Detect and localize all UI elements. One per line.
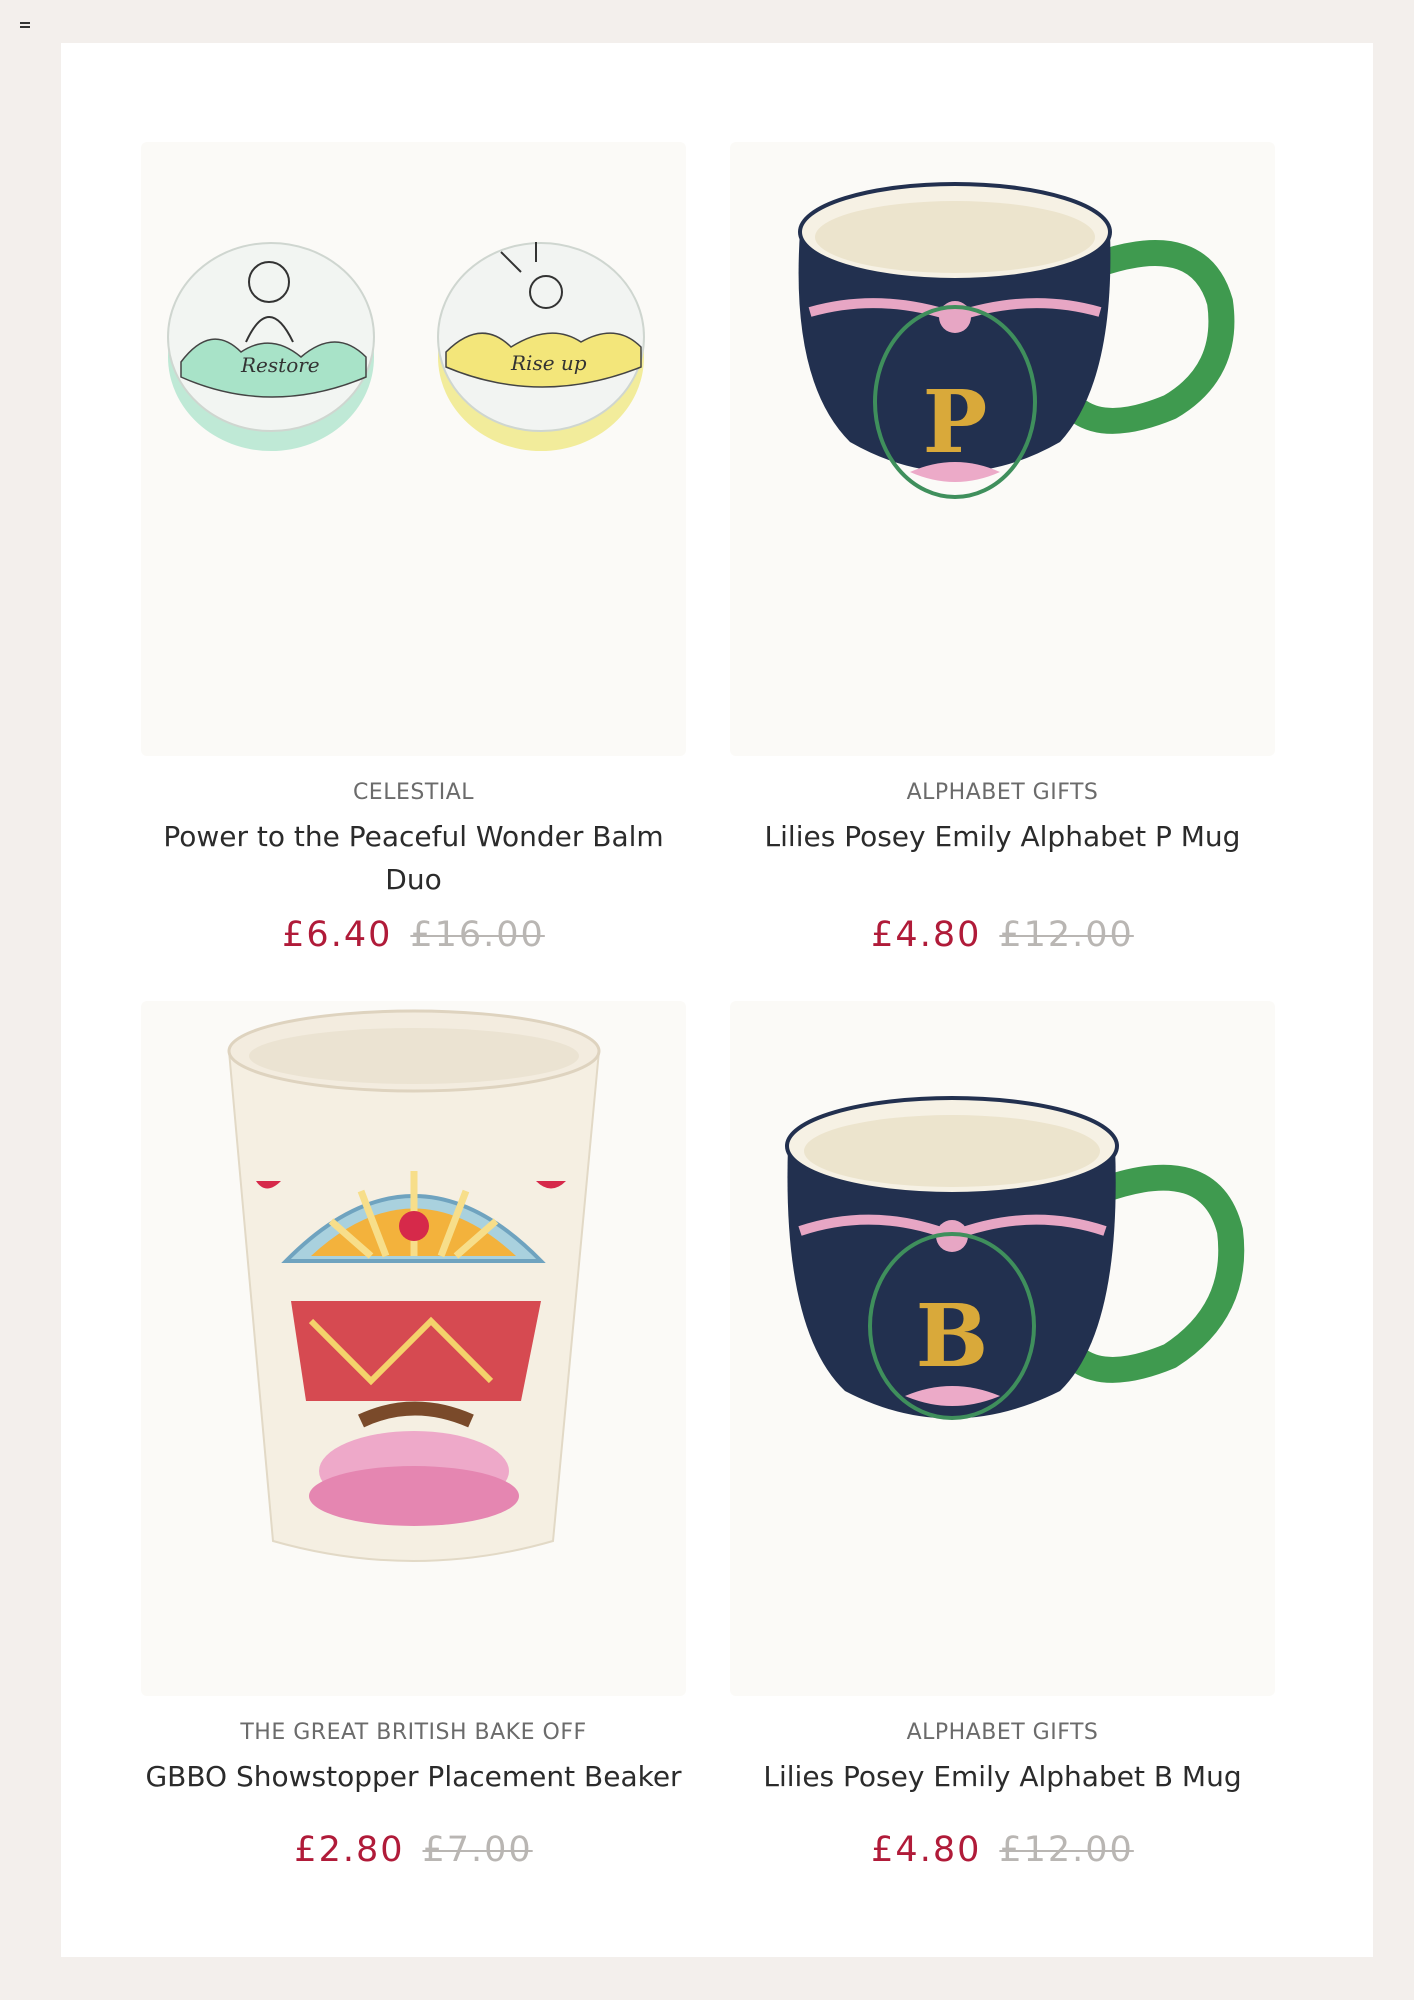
sale-price: £4.80 xyxy=(871,915,982,955)
sale-price: £6.40 xyxy=(282,915,393,955)
product-image-gbbo-beaker[interactable] xyxy=(141,1001,686,1696)
product-card-mug-b[interactable]: B ALPHABET GIFTS Lilies Posey Emily Alph… xyxy=(730,1001,1275,1870)
product-title[interactable]: Lilies Posey Emily Alphabet B Mug xyxy=(730,1755,1275,1798)
product-prices: £4.80 £12.00 xyxy=(730,915,1275,955)
product-card-balm-duo[interactable]: Restore Rise up CELESTIAL Power to the P… xyxy=(141,142,686,955)
product-brand: CELESTIAL xyxy=(352,780,475,805)
product-card-mug-p[interactable]: P ALPHABET GIFTS Lilies Posey Emily Alph… xyxy=(730,142,1275,955)
tin-left-text: Restore xyxy=(240,353,320,377)
mug-letter: P xyxy=(923,372,988,473)
original-price: £7.00 xyxy=(422,1830,533,1870)
original-price: £12.00 xyxy=(999,1830,1134,1870)
mug-letter: B xyxy=(916,1286,989,1387)
product-image-mug-b[interactable]: B xyxy=(730,1001,1275,1696)
sale-price: £4.80 xyxy=(871,1830,982,1870)
original-price: £12.00 xyxy=(999,915,1134,955)
original-price: £16.00 xyxy=(410,915,545,955)
product-prices: £6.40 £16.00 xyxy=(141,915,686,955)
product-brand: THE GREAT BRITISH BAKE OFF xyxy=(240,1720,587,1745)
product-prices: £4.80 £12.00 xyxy=(730,1830,1275,1870)
product-title[interactable]: Lilies Posey Emily Alphabet P Mug xyxy=(730,815,1275,858)
product-grid: Restore Rise up CELESTIAL Power to the P… xyxy=(61,43,1373,1957)
product-title[interactable]: Power to the Peaceful Wonder Balm Duo xyxy=(141,815,686,901)
sale-price: £2.80 xyxy=(294,1830,405,1870)
product-title[interactable]: GBBO Showstopper Placement Beaker xyxy=(141,1755,686,1798)
product-image-mug-p[interactable]: P xyxy=(730,142,1275,756)
product-image-balm-duo[interactable]: Restore Rise up xyxy=(141,142,686,756)
hamburger-menu-icon[interactable] xyxy=(20,22,30,30)
product-prices: £2.80 £7.00 xyxy=(141,1830,686,1870)
product-card-gbbo-beaker[interactable]: THE GREAT BRITISH BAKE OFF GBBO Showstop… xyxy=(141,1001,686,1870)
product-brand: ALPHABET GIFTS xyxy=(906,780,1099,805)
tin-right-text: Rise up xyxy=(510,351,587,375)
product-brand: ALPHABET GIFTS xyxy=(906,1720,1099,1745)
